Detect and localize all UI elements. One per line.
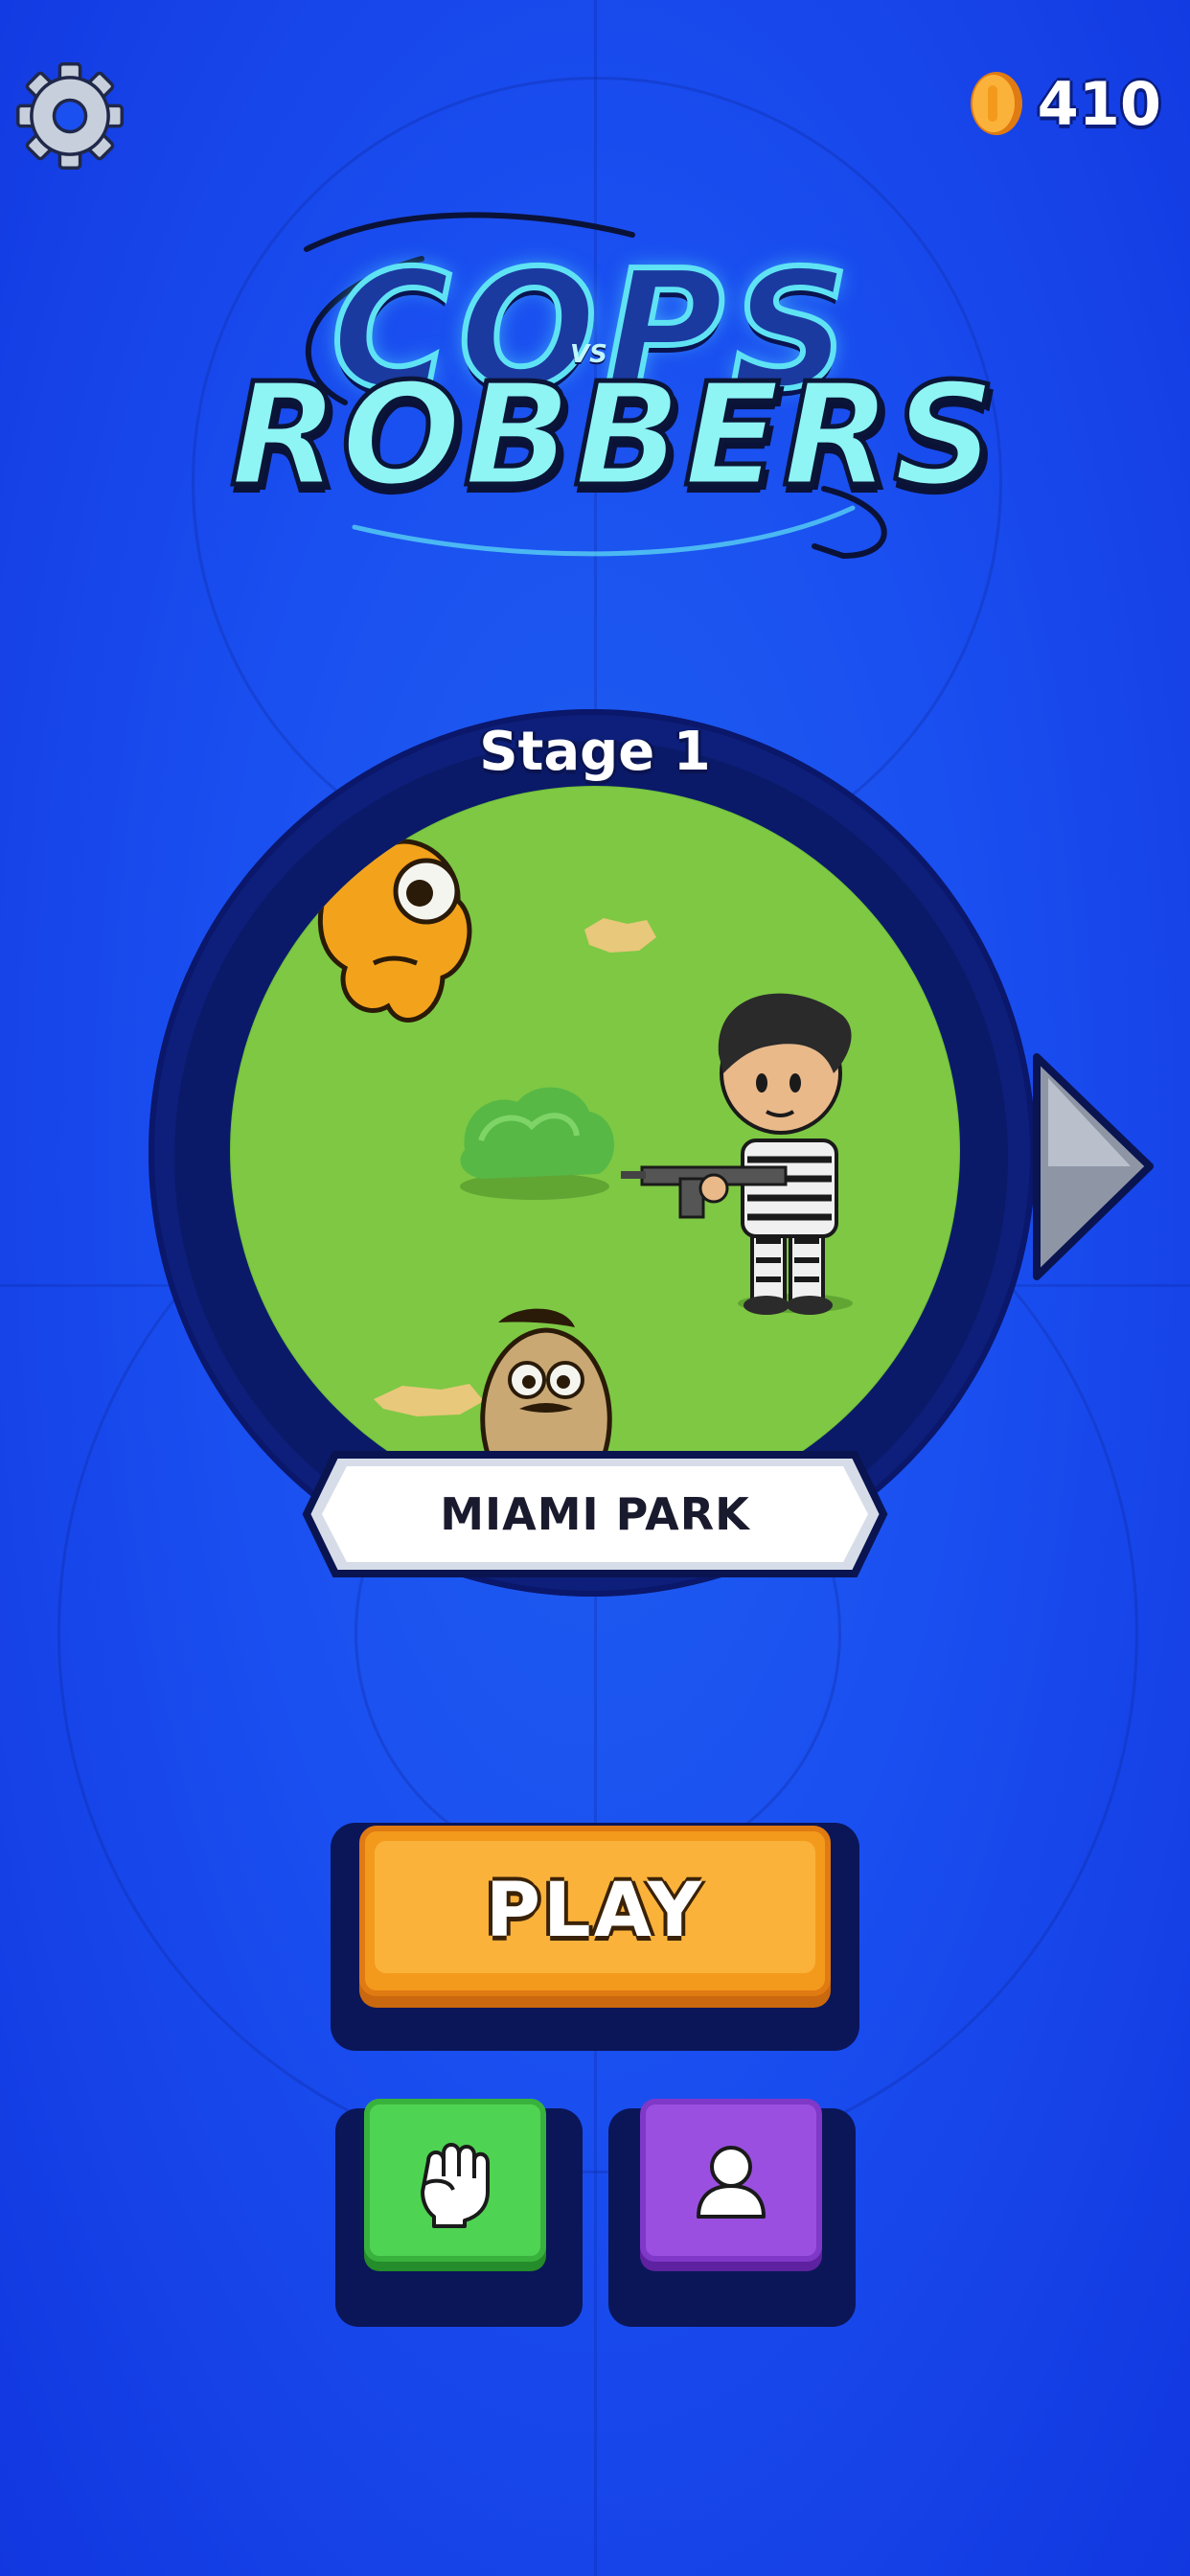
coin-count: 410 (1037, 68, 1161, 139)
game-logo: COPS VS ROBBERS (228, 144, 998, 585)
profile-button[interactable] (640, 2099, 822, 2262)
chevron-right-icon (1033, 1053, 1154, 1280)
stage-name: MIAMI PARK (440, 1488, 750, 1540)
gear-icon (15, 61, 125, 171)
user-icon (697, 2146, 766, 2219)
logo-title-robbers: ROBBERS (228, 353, 998, 518)
coin-counter: 410 (969, 65, 1161, 142)
stage-map-image (230, 786, 960, 1516)
play-button[interactable]: PLAY (359, 1826, 831, 1996)
play-button-label: PLAY (485, 1868, 705, 1954)
stage-name-banner: MIAMI PARK (297, 1438, 893, 1591)
next-stage-button[interactable] (1031, 1049, 1156, 1284)
coin-icon (970, 72, 1022, 135)
settings-button[interactable] (13, 59, 126, 172)
stage-title: Stage 1 (479, 721, 711, 783)
main-menu-screen: 410 COPS VS ROBBERS Stage 1 MIAMI PARK P… (0, 0, 1190, 2576)
fight-button[interactable] (364, 2099, 546, 2262)
stage-preview[interactable] (230, 786, 960, 1516)
fist-icon (421, 2143, 490, 2228)
